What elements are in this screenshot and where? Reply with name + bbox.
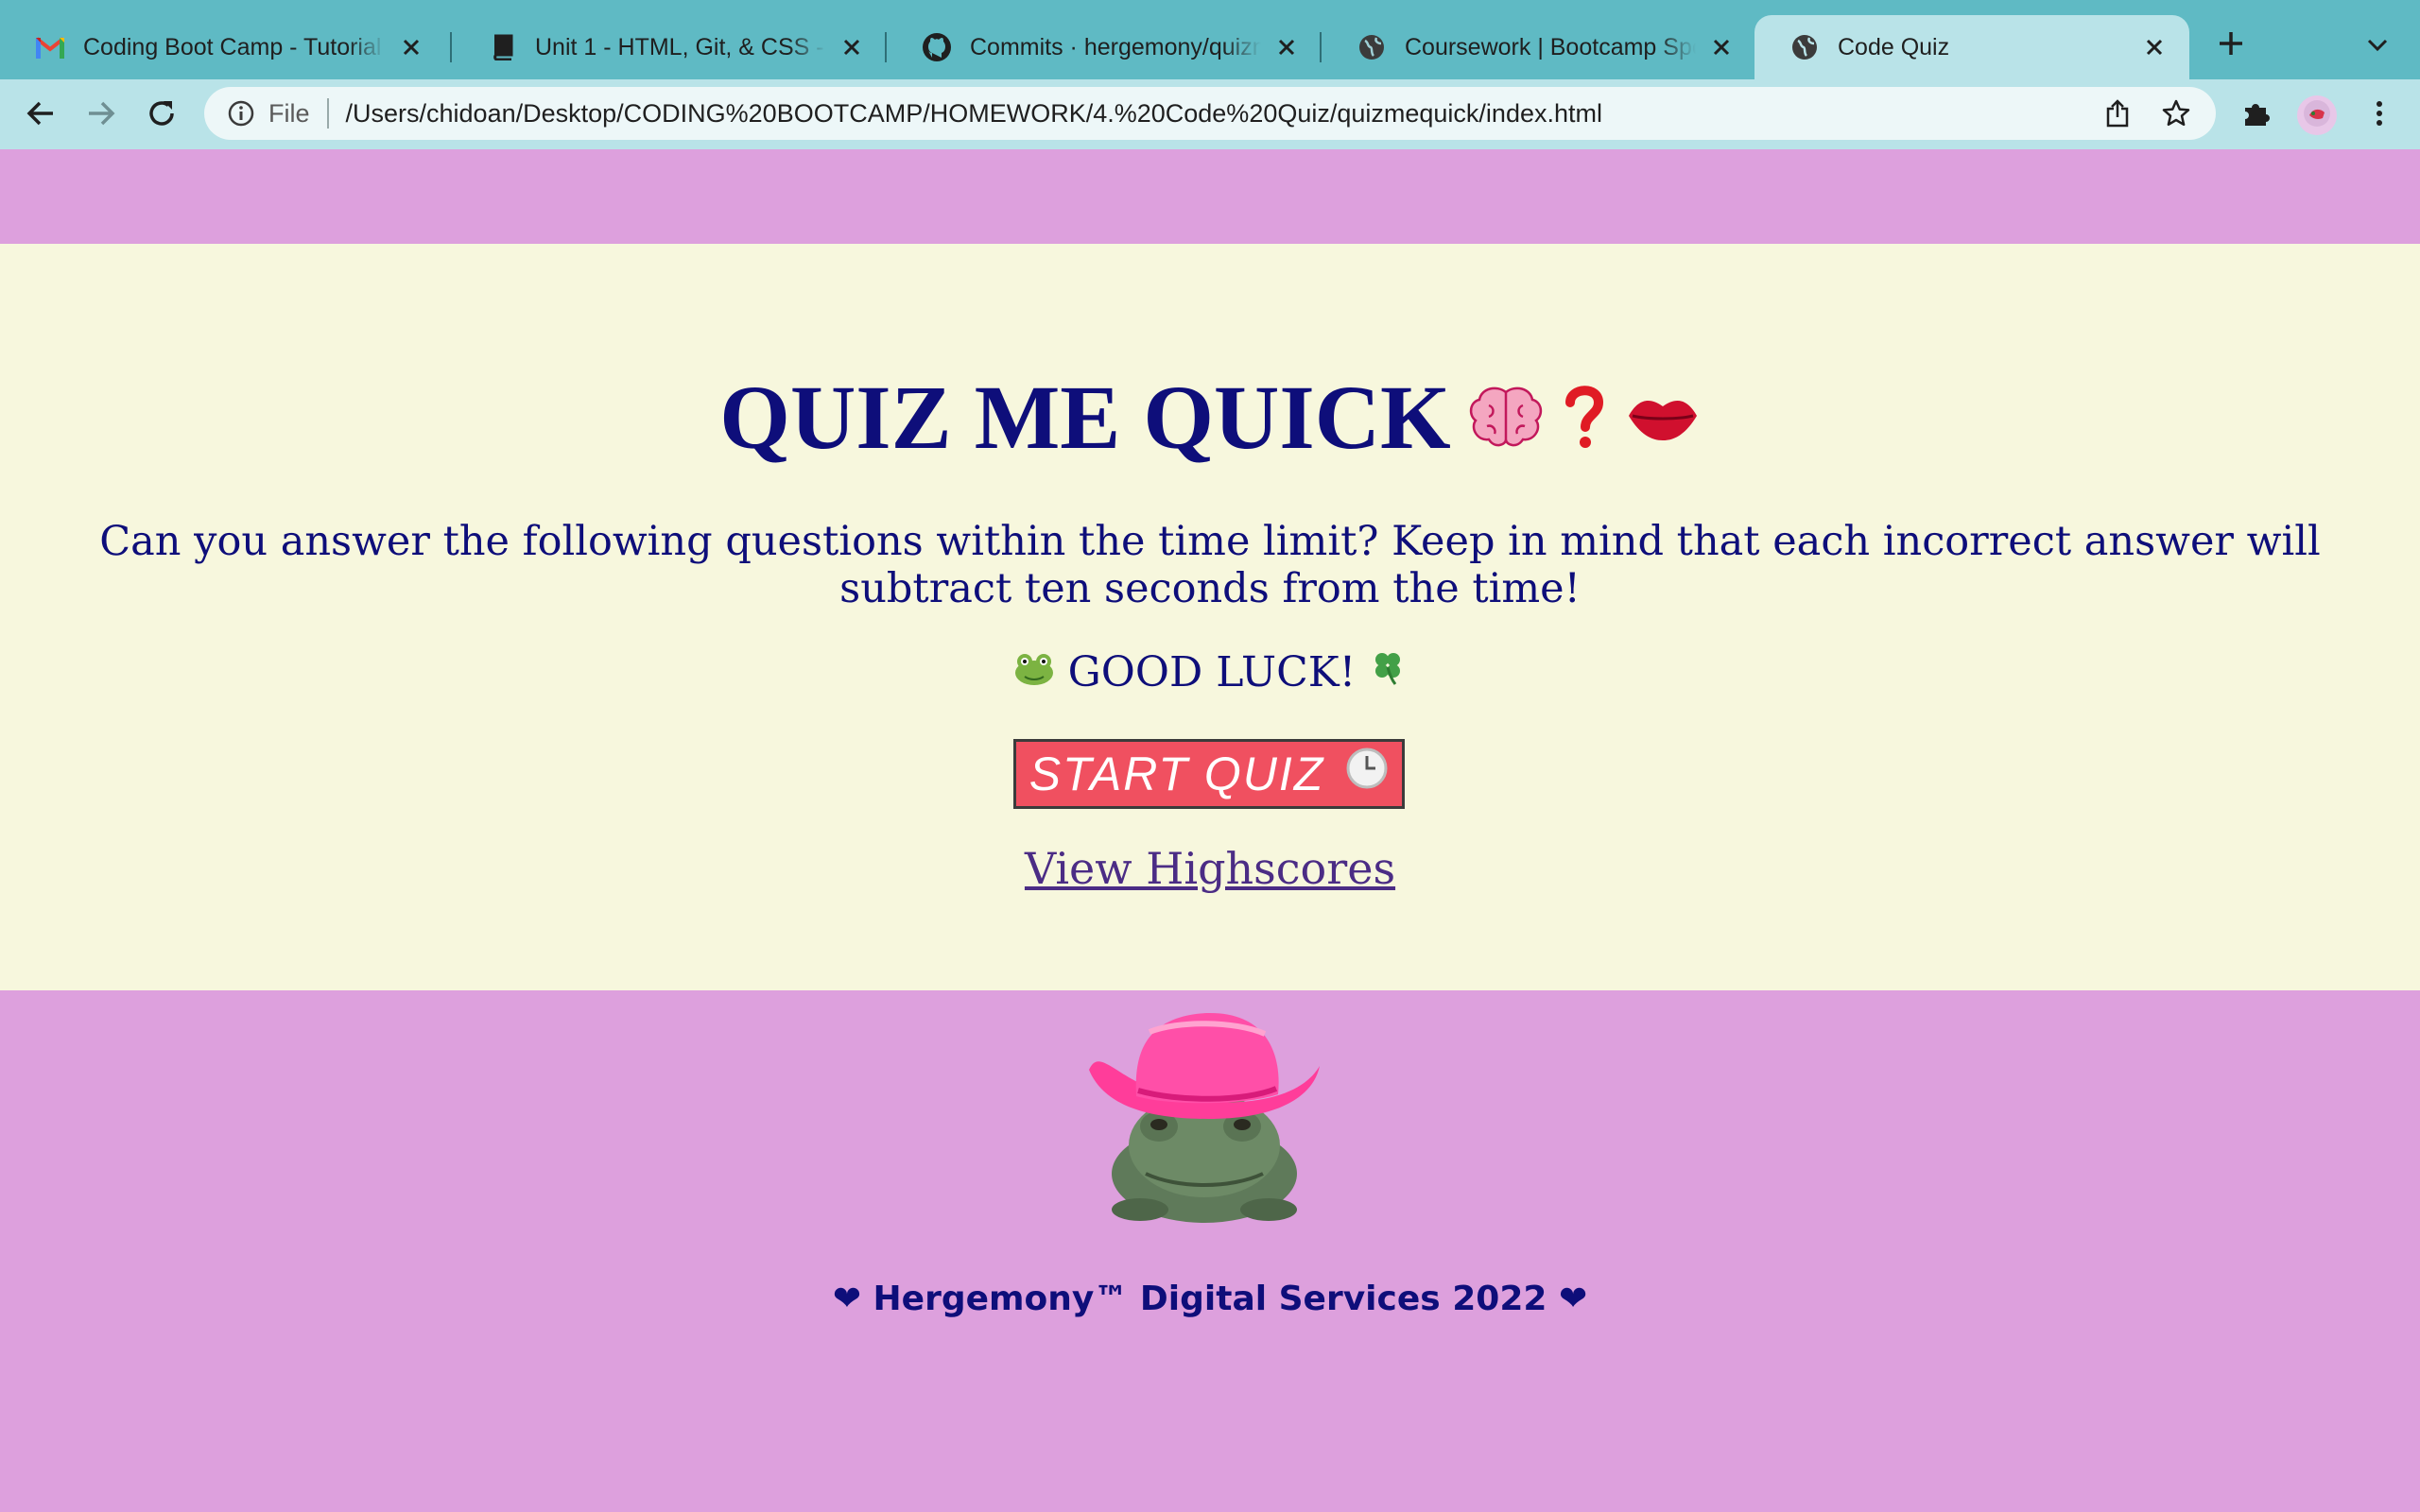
url-text[interactable]: /Users/chidoan/Desktop/CODING%20BOOTCAMP… bbox=[346, 99, 2099, 129]
arrow-right-icon bbox=[87, 100, 115, 131]
good-luck-text: GOOD LUCK! bbox=[1067, 648, 1357, 696]
frog-icon bbox=[1013, 648, 1055, 696]
omnibox-divider bbox=[326, 98, 329, 129]
tab-coding-boot-camp[interactable]: Coding Boot Camp - Tutorial bbox=[0, 15, 446, 79]
brain-icon bbox=[1468, 385, 1544, 451]
tab-title: Code Quiz bbox=[1838, 33, 1950, 60]
close-icon[interactable] bbox=[838, 33, 866, 61]
tab-commits[interactable]: Commits · hergemony/quizme bbox=[887, 15, 1322, 79]
plus-icon bbox=[2218, 30, 2244, 61]
avatar-icon bbox=[2303, 99, 2331, 132]
tab-title: Unit 1 - HTML, Git, & CSS - Fu bbox=[535, 33, 826, 61]
copyright-text: ❤ Hergemony™ Digital Services 2022 ❤ bbox=[832, 1280, 1588, 1318]
close-icon[interactable] bbox=[397, 33, 425, 61]
github-icon bbox=[921, 31, 953, 63]
browser-toolbar: File /Users/chidoan/Desktop/CODING%20BOO… bbox=[0, 79, 2420, 150]
footer: ❤ Hergemony™ Digital Services 2022 ❤ bbox=[0, 990, 2420, 1512]
tab-unit-1[interactable]: Unit 1 - HTML, Git, & CSS - Fu bbox=[452, 15, 887, 79]
clock-icon bbox=[1345, 747, 1389, 801]
page-title: QUIZ ME QUICK bbox=[0, 365, 2420, 470]
tab-title: Coding Boot Camp - Tutorial bbox=[83, 33, 386, 61]
share-icon[interactable] bbox=[2099, 94, 2136, 132]
close-icon[interactable] bbox=[1272, 33, 1301, 61]
address-bar[interactable]: File /Users/chidoan/Desktop/CODING%20BOO… bbox=[204, 87, 2216, 140]
gmail-icon bbox=[34, 31, 66, 63]
book-icon bbox=[486, 31, 518, 63]
bookmark-star-icon[interactable] bbox=[2157, 94, 2195, 132]
title-text: QUIZ ME QUICK bbox=[719, 367, 1451, 468]
tab-title: Commits · hergemony/quizme bbox=[970, 33, 1261, 61]
tab-title: Coursework | Bootcamp Spot bbox=[1405, 33, 1696, 61]
close-icon[interactable] bbox=[1707, 33, 1736, 61]
kiss-lips-icon bbox=[1625, 389, 1701, 446]
start-quiz-button[interactable]: START QUIZ bbox=[1013, 739, 1405, 809]
frog-cowboy-hat-image bbox=[1083, 1004, 1331, 1230]
reload-button[interactable] bbox=[142, 95, 182, 135]
tab-coursework[interactable]: Coursework | Bootcamp Spot bbox=[1322, 15, 1756, 79]
info-icon[interactable] bbox=[225, 97, 257, 129]
arrow-left-icon bbox=[26, 100, 55, 131]
globe-icon bbox=[1356, 31, 1388, 63]
new-tab-button[interactable] bbox=[2212, 26, 2250, 64]
chevron-down-icon bbox=[2366, 38, 2389, 58]
highscores-container: View Highscores bbox=[0, 843, 2420, 894]
forward-button[interactable] bbox=[81, 95, 121, 135]
tab-search-button[interactable] bbox=[2359, 28, 2396, 66]
view-highscores-link[interactable]: View Highscores bbox=[1025, 843, 1395, 894]
back-button[interactable] bbox=[21, 95, 60, 135]
good-luck-line: GOOD LUCK! bbox=[0, 648, 2420, 696]
scheme-label: File bbox=[268, 98, 310, 128]
start-quiz-label: START QUIZ bbox=[1028, 747, 1325, 800]
tab-strip: Coding Boot Camp - Tutorial Unit 1 - HTM… bbox=[0, 0, 2420, 79]
close-icon[interactable] bbox=[2140, 33, 2169, 61]
browser-menu-button[interactable] bbox=[2360, 95, 2399, 135]
clover-icon bbox=[1369, 648, 1407, 696]
tab-code-quiz[interactable]: Code Quiz bbox=[1754, 15, 2189, 79]
globe-icon bbox=[1789, 31, 1821, 63]
quiz-intro-section: QUIZ ME QUICK Can you answer the followi… bbox=[0, 244, 2420, 990]
reload-icon bbox=[147, 98, 177, 133]
more-vertical-icon bbox=[2375, 99, 2384, 132]
intro-text: Can you answer the following questions w… bbox=[99, 518, 2321, 612]
extensions-button[interactable] bbox=[2237, 95, 2276, 135]
top-band bbox=[0, 149, 2420, 244]
profile-avatar[interactable] bbox=[2297, 95, 2337, 135]
puzzle-icon bbox=[2241, 98, 2272, 133]
question-mark-icon bbox=[1561, 384, 1608, 452]
